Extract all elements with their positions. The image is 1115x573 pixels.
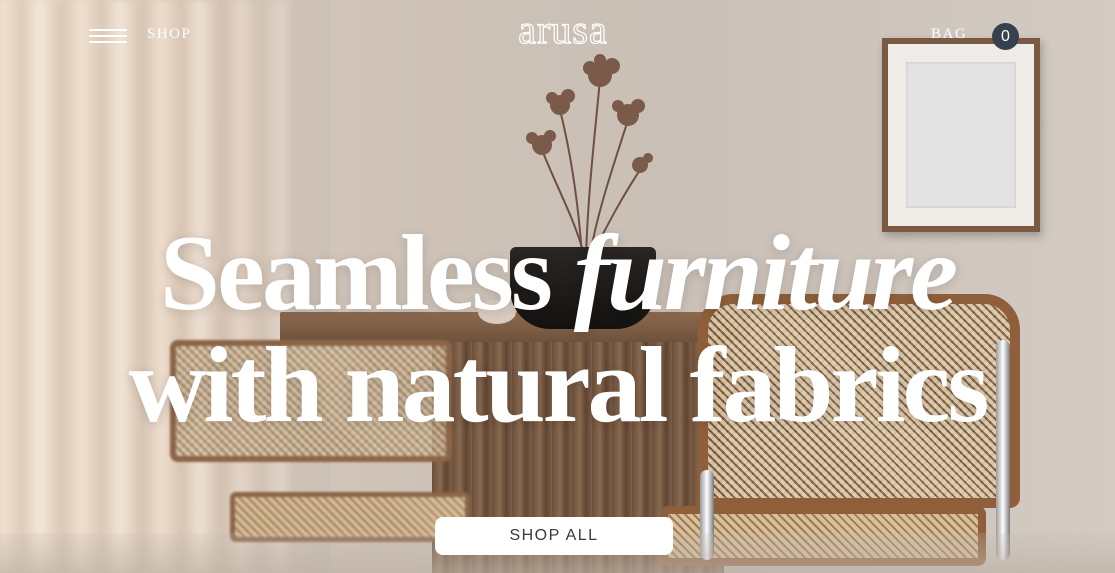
headline-word-seamless: Seamless [159,214,553,333]
bag-link[interactable]: BAG [931,26,967,43]
wall-frame-picture [906,62,1016,208]
hero-section: SHOP arusa BAG 0 Seamless furniture with… [0,0,1115,573]
headline-line-1: Seamless furniture [0,218,1115,330]
site-header: SHOP arusa BAG 0 [0,0,1115,70]
brand-logo[interactable]: arusa [483,6,643,54]
shop-all-button[interactable]: SHOP ALL [435,517,673,555]
hamburger-menu-icon[interactable] [89,29,127,43]
hero-headline: Seamless furniture with natural fabrics [0,218,1115,442]
headline-word-furniture: furniture [573,214,958,333]
shop-link[interactable]: SHOP [147,26,191,43]
headline-line-2: with natural fabrics [128,326,990,445]
bag-count-badge[interactable]: 0 [992,23,1019,50]
